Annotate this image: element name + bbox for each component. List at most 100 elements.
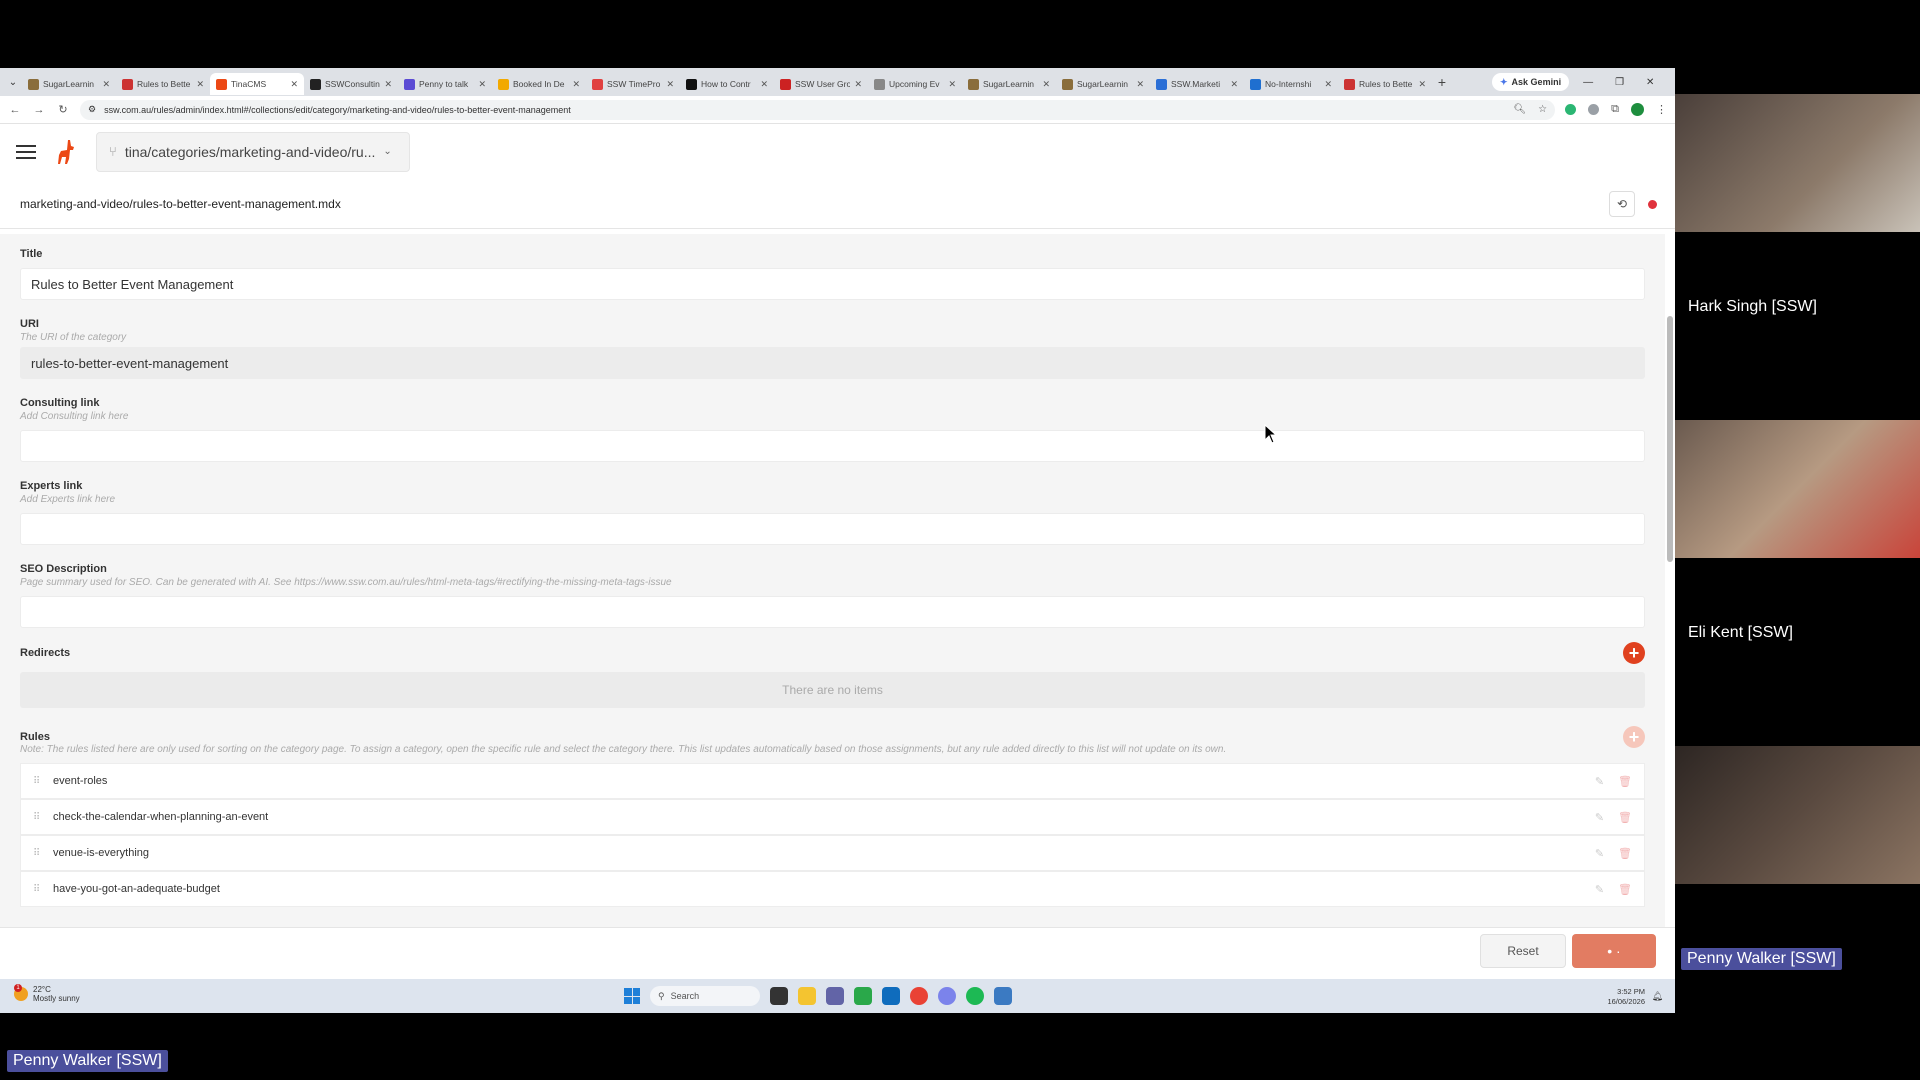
participant-video[interactable] xyxy=(1675,420,1920,558)
restore-icon[interactable]: ❐ xyxy=(1615,77,1624,88)
experts-link-label: Experts link xyxy=(20,480,83,492)
browser-tab[interactable]: SSWConsultin ✕ xyxy=(304,73,398,95)
reset-button[interactable]: Reset xyxy=(1480,934,1566,968)
delete-trash-icon[interactable]: 🗑︎ xyxy=(1618,775,1632,788)
profile-avatar[interactable] xyxy=(1631,103,1644,116)
browser-tab[interactable]: SugarLearnin ✕ xyxy=(962,73,1056,95)
tab-close-icon[interactable]: ✕ xyxy=(666,79,674,90)
reload-icon[interactable]: ↻ xyxy=(56,103,70,116)
clock-time: 3:52 PM xyxy=(1617,987,1645,996)
task-view-icon[interactable] xyxy=(770,987,788,1005)
taskbar-clock[interactable]: 3:52 PM 16/06/2026 xyxy=(1607,987,1645,1007)
browser-tab[interactable]: SugarLearnin ✕ xyxy=(1056,73,1150,95)
history-button[interactable]: ⟲ xyxy=(1609,191,1635,217)
scrollbar-thumb[interactable] xyxy=(1667,316,1673,562)
spotify-icon[interactable] xyxy=(966,987,984,1005)
rule-row[interactable]: ⠿ event-roles ✎ 🗑︎ xyxy=(20,763,1645,799)
participant-video[interactable] xyxy=(1675,94,1920,232)
form-scrollbar[interactable] xyxy=(1667,236,1673,926)
tab-close-icon[interactable]: ✕ xyxy=(478,79,486,90)
tab-close-icon[interactable]: ✕ xyxy=(572,79,580,90)
file-path-bar: marketing-and-video/rules-to-better-even… xyxy=(0,179,1675,229)
tab-close-icon[interactable]: ✕ xyxy=(1042,79,1050,90)
tab-close-icon[interactable]: ✕ xyxy=(948,79,956,90)
participant-video[interactable] xyxy=(1675,746,1920,884)
extension-icon[interactable] xyxy=(1588,104,1600,115)
add-redirect-button[interactable]: + xyxy=(1623,642,1645,664)
browser-tab[interactable]: Booked In De ✕ xyxy=(492,73,586,95)
browser-tab[interactable]: No-Internshi ✕ xyxy=(1244,73,1338,95)
chrome-icon[interactable] xyxy=(910,987,928,1005)
app-icon[interactable] xyxy=(994,987,1012,1005)
site-info-icon[interactable]: ⚙ xyxy=(88,104,96,115)
tab-close-icon[interactable]: ✕ xyxy=(1230,79,1238,90)
back-icon[interactable]: ← xyxy=(8,104,22,116)
delete-trash-icon[interactable]: 🗑︎ xyxy=(1618,883,1632,896)
extensions-puzzle-icon[interactable]: ⧉ xyxy=(1611,103,1619,116)
windows-start-icon[interactable] xyxy=(624,988,640,1004)
minimize-icon[interactable]: — xyxy=(1583,77,1593,88)
browser-tab[interactable]: How to Contr ✕ xyxy=(680,73,774,95)
taskbar-search[interactable]: ⚲ Search xyxy=(650,986,760,1006)
tab-close-icon[interactable]: ✕ xyxy=(290,79,298,90)
hamburger-menu-icon[interactable] xyxy=(16,144,36,159)
zoom-icon[interactable]: 🔍︎ xyxy=(1513,104,1526,115)
new-tab-button[interactable]: + xyxy=(1432,74,1452,90)
edit-pencil-icon[interactable]: ✎ xyxy=(1595,775,1604,788)
edit-pencil-icon[interactable]: ✎ xyxy=(1595,883,1604,896)
close-window-icon[interactable]: ✕ xyxy=(1646,77,1654,88)
tab-close-icon[interactable]: ✕ xyxy=(760,79,768,90)
tab-close-icon[interactable]: ✕ xyxy=(102,79,110,90)
ask-gemini-button[interactable]: ✦ Ask Gemini xyxy=(1492,73,1570,91)
browser-tab[interactable]: TinaCMS ✕ xyxy=(210,73,304,95)
browser-menu-icon[interactable]: ⋮ xyxy=(1656,103,1667,116)
browser-tab[interactable]: Penny to talk ✕ xyxy=(398,73,492,95)
browser-tab[interactable]: Rules to Bette ✕ xyxy=(116,73,210,95)
copilot-icon[interactable] xyxy=(938,987,956,1005)
drag-handle-icon[interactable]: ⠿ xyxy=(33,812,53,823)
edit-pencil-icon[interactable]: ✎ xyxy=(1595,811,1604,824)
tab-close-icon[interactable]: ✕ xyxy=(196,79,204,90)
file-explorer-icon[interactable] xyxy=(798,987,816,1005)
branch-selector[interactable]: ⑂ tina/categories/marketing-and-video/ru… xyxy=(96,131,410,172)
outlook-icon[interactable] xyxy=(882,987,900,1005)
browser-tab[interactable]: Upcoming Ev ✕ xyxy=(868,73,962,95)
rule-row[interactable]: ⠿ check-the-calendar-when-planning-an-eve… xyxy=(20,799,1645,835)
teams-icon[interactable] xyxy=(826,987,844,1005)
browser-tab[interactable]: SSW TimePro ✕ xyxy=(586,73,680,95)
tab-close-icon[interactable]: ✕ xyxy=(1136,79,1144,90)
tab-favicon-icon xyxy=(968,78,979,90)
tab-search-chevron-icon[interactable]: ⌄ xyxy=(4,77,22,88)
consulting-link-input[interactable] xyxy=(20,430,1645,462)
url-omnibox[interactable]: ⚙ ssw.com.au/rules/admin/index.html#/col… xyxy=(80,99,1556,120)
delete-trash-icon[interactable]: 🗑︎ xyxy=(1618,847,1632,860)
seo-description-input[interactable] xyxy=(20,596,1645,628)
rule-row[interactable]: ⠿ have-you-got-an-adequate-budget ✎ 🗑︎ xyxy=(20,871,1645,907)
bookmark-star-icon[interactable]: ☆ xyxy=(1538,104,1547,115)
drag-handle-icon[interactable]: ⠿ xyxy=(33,776,53,787)
browser-tab[interactable]: Rules to Bette ✕ xyxy=(1338,73,1432,95)
tab-close-icon[interactable]: ✕ xyxy=(854,79,862,90)
tab-close-icon[interactable]: ✕ xyxy=(384,79,392,90)
title-input[interactable]: Rules to Better Event Management xyxy=(20,268,1645,300)
save-button[interactable]: • · xyxy=(1572,934,1656,968)
drag-handle-icon[interactable]: ⠿ xyxy=(33,848,53,859)
add-rule-button[interactable]: + xyxy=(1623,726,1645,748)
browser-tab[interactable]: SSW.Marketi ✕ xyxy=(1150,73,1244,95)
tab-close-icon[interactable]: ✕ xyxy=(1324,79,1332,90)
tab-close-icon[interactable]: ✕ xyxy=(1418,79,1426,90)
browser-tab[interactable]: SugarLearnin ✕ xyxy=(22,73,116,95)
app-icon[interactable] xyxy=(854,987,872,1005)
extension-icon[interactable] xyxy=(1565,104,1577,115)
browser-tab[interactable]: SSW User Gro ✕ xyxy=(774,73,868,95)
forward-icon[interactable]: → xyxy=(32,104,46,116)
notification-bell-icon[interactable]: 🔔︎ xyxy=(1652,991,1663,1002)
weather-widget[interactable]: 1 22°C Mostly sunny xyxy=(14,984,80,1003)
rule-name: check-the-calendar-when-planning-an-even… xyxy=(53,811,269,823)
uri-input[interactable]: rules-to-better-event-management xyxy=(20,347,1645,379)
rule-row[interactable]: ⠿ venue-is-everything ✎ 🗑︎ xyxy=(20,835,1645,871)
drag-handle-icon[interactable]: ⠿ xyxy=(33,884,53,895)
delete-trash-icon[interactable]: 🗑︎ xyxy=(1618,811,1632,824)
edit-pencil-icon[interactable]: ✎ xyxy=(1595,847,1604,860)
experts-link-input[interactable] xyxy=(20,513,1645,545)
